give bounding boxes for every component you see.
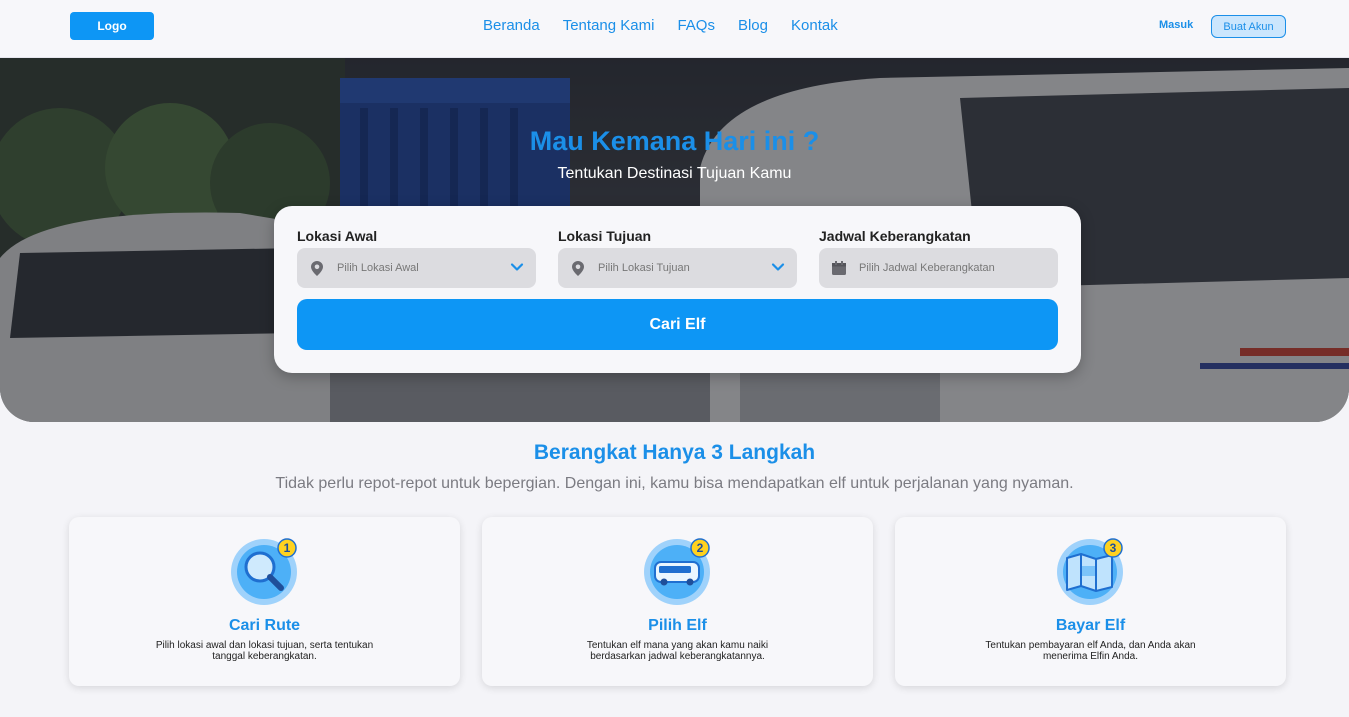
step-card-bayar-elf: 3 Bayar Elf Tentukan pembayaran elf Anda…: [895, 517, 1286, 686]
chevron-down-icon: [771, 260, 785, 277]
step-card-pilih-elf: 2 Pilih Elf Tentukan elf mana yang akan …: [482, 517, 873, 686]
steps-title: Berangkat Hanya 3 Langkah: [533, 441, 816, 464]
destination-label: Lokasi Tujuan: [558, 228, 652, 244]
step-description: Tentukan pembayaran elf Anda, dan Anda a…: [985, 640, 1196, 662]
step-number: 2: [697, 541, 704, 555]
nav-faqs[interactable]: FAQs: [677, 17, 715, 34]
bus-icon: 2: [644, 538, 710, 605]
schedule-placeholder: Pilih Jadwal Keberangkatan: [859, 262, 995, 274]
map-icon: 3: [1057, 538, 1123, 605]
login-link[interactable]: Masuk: [1159, 19, 1193, 31]
step-description: Pilih lokasi awal dan lokasi tujuan, ser…: [155, 640, 374, 662]
top-navbar: Logo Beranda Tentang Kami FAQs Blog Kont…: [0, 0, 1349, 58]
search-card: Lokasi Awal Pilih Lokasi Awal Lokasi Tuj…: [274, 206, 1081, 373]
destination-select[interactable]: Pilih Lokasi Tujuan: [558, 248, 797, 288]
origin-label: Lokasi Awal: [297, 228, 378, 244]
origin-select[interactable]: Pilih Lokasi Awal: [297, 248, 536, 288]
step-title: Cari Rute: [228, 617, 301, 634]
destination-placeholder: Pilih Lokasi Tujuan: [598, 262, 690, 274]
steps-subtitle: Tidak perlu repot-repot untuk bepergian.…: [275, 475, 1074, 492]
main-nav: Beranda Tentang Kami FAQs Blog Kontak: [483, 17, 838, 34]
chevron-down-icon: [510, 260, 524, 277]
origin-placeholder: Pilih Lokasi Awal: [337, 262, 419, 274]
nav-kontak[interactable]: Kontak: [791, 17, 838, 34]
logo[interactable]: Logo: [70, 12, 154, 40]
nav-tentang-kami[interactable]: Tentang Kami: [563, 17, 655, 34]
step-card-cari-rute: 1 Cari Rute Pilih lokasi awal dan lokasi…: [69, 517, 460, 686]
schedule-label: Jadwal Keberangkatan: [819, 228, 971, 244]
nav-blog[interactable]: Blog: [738, 17, 768, 34]
magnifier-icon: 1: [231, 538, 297, 605]
calendar-icon: [831, 260, 847, 276]
schedule-input[interactable]: Pilih Jadwal Keberangkatan: [819, 248, 1058, 288]
location-pin-icon: [309, 260, 325, 276]
step-title: Pilih Elf: [648, 617, 707, 634]
step-description: Tentukan elf mana yang akan kamu naiki b…: [586, 640, 769, 662]
step-number: 3: [1110, 541, 1117, 555]
location-pin-icon: [570, 260, 586, 276]
hero-title: Mau Kemana Hari ini ?: [529, 126, 820, 156]
step-number: 1: [284, 541, 291, 555]
register-button[interactable]: Buat Akun: [1211, 15, 1286, 38]
nav-beranda[interactable]: Beranda: [483, 17, 540, 34]
search-elf-button[interactable]: Cari Elf: [297, 299, 1058, 350]
hero-subtitle: Tentukan Destinasi Tujuan Kamu: [557, 165, 792, 182]
step-title: Bayar Elf: [1055, 617, 1126, 634]
